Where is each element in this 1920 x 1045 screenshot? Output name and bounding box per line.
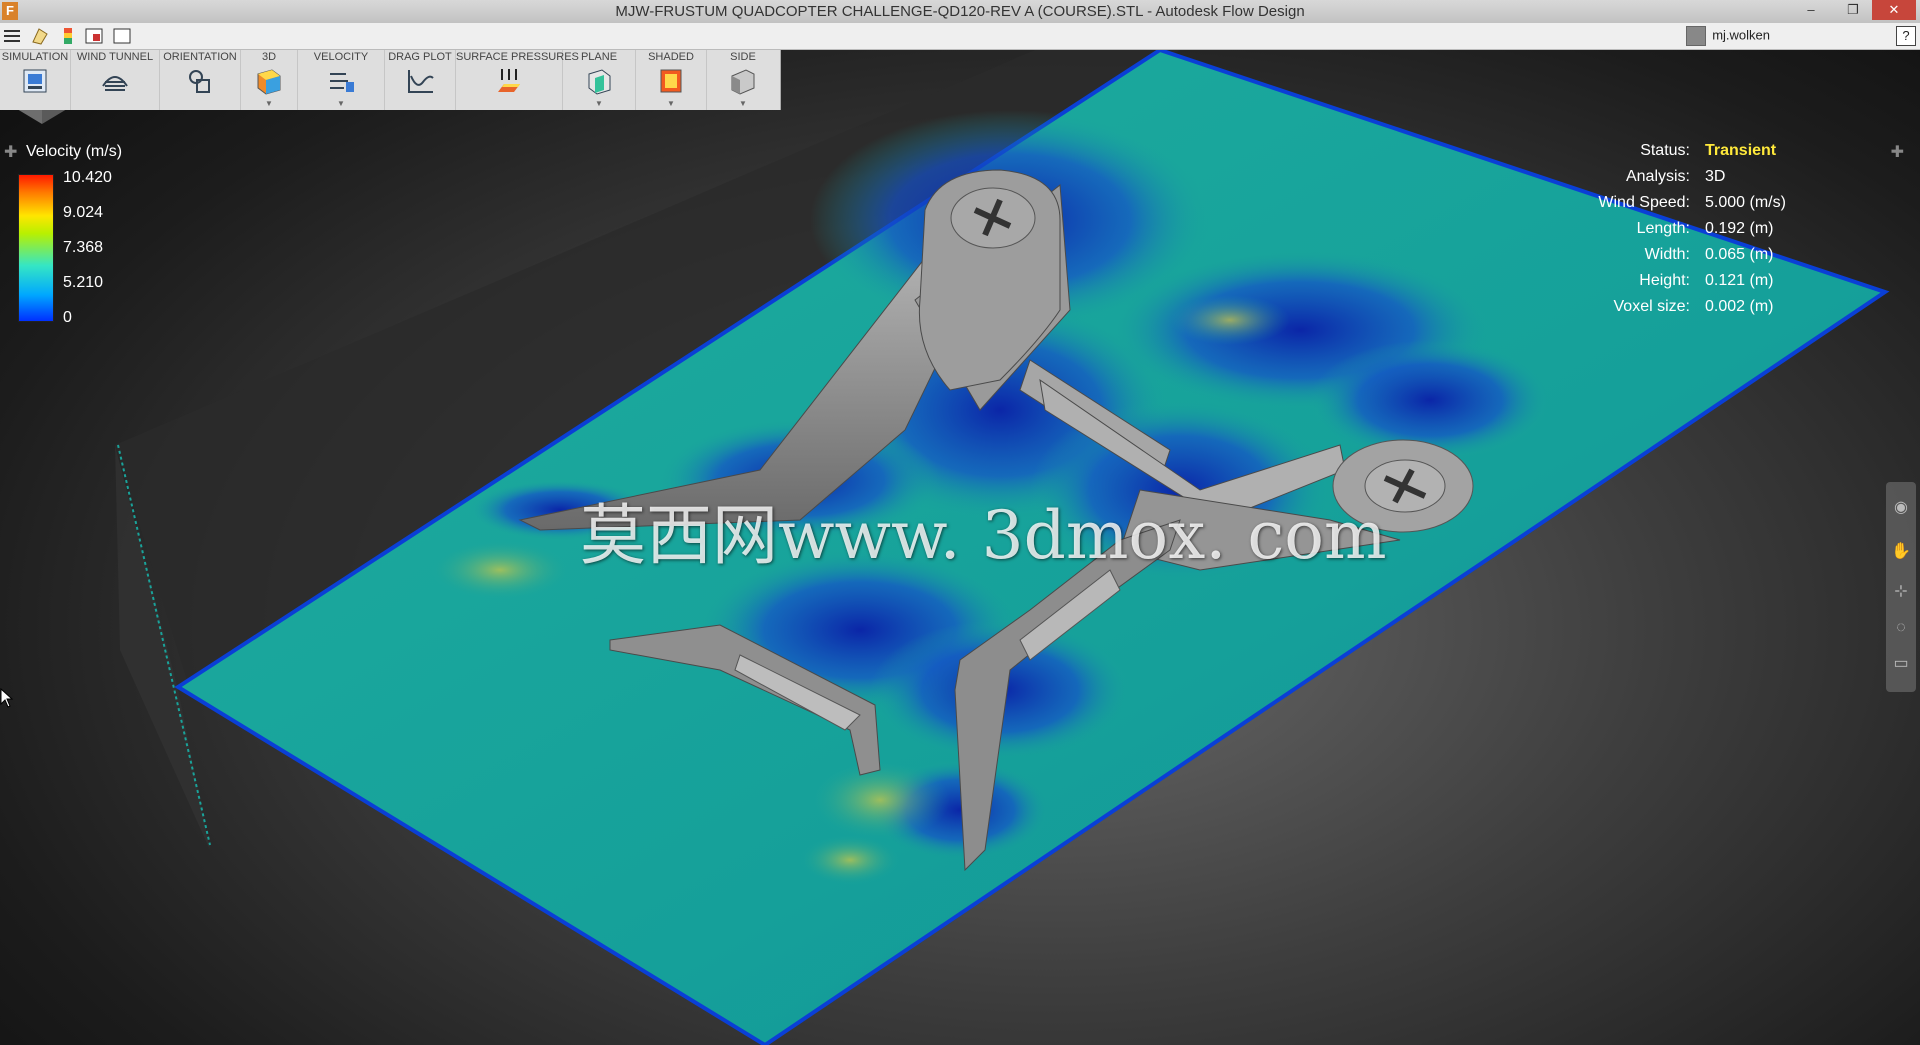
3d-icon bbox=[257, 69, 281, 95]
side-view-button[interactable]: SIDE ▼ bbox=[707, 50, 779, 110]
orientation-button[interactable]: ORIENTATION bbox=[160, 50, 241, 110]
status-value: 0.192 (m) bbox=[1705, 220, 1774, 237]
surface-pressures-button[interactable]: SURFACE PRESSURES bbox=[456, 50, 579, 110]
wake-region bbox=[1310, 340, 1550, 460]
user-account[interactable]: mj.wolken bbox=[1686, 26, 1770, 46]
window-icon[interactable] bbox=[112, 26, 132, 46]
color-scale-bar bbox=[18, 174, 54, 322]
ribbon-label: WIND TUNNEL bbox=[76, 51, 154, 63]
legend-tick: 0 bbox=[63, 309, 72, 326]
ribbon-label: PLANE bbox=[580, 51, 618, 63]
drag-plot-button[interactable]: DRAG PLOT bbox=[385, 50, 456, 110]
colors-icon[interactable] bbox=[58, 26, 78, 46]
legend-move-icon[interactable]: ✚ bbox=[4, 142, 17, 162]
ribbon-label: 3D bbox=[261, 51, 277, 63]
shaded-button[interactable]: SHADED ▼ bbox=[636, 50, 707, 110]
legend-tick: 7.368 bbox=[63, 239, 104, 256]
legend-tick: 10.420 bbox=[63, 169, 112, 186]
orientation-icon bbox=[189, 70, 210, 93]
height-row: Height: 0.121 (m) bbox=[1560, 272, 1860, 298]
status-value: 0.002 (m) bbox=[1705, 298, 1774, 315]
mouse-cursor-icon bbox=[0, 688, 14, 708]
ribbon-toolbar: SIMULATION WIND TUNNEL ORIENTATION 3D ▼ … bbox=[0, 50, 781, 110]
pan-icon[interactable]: ✋ bbox=[1891, 542, 1911, 562]
velocity-legend: ✚ Velocity (m/s) 10.420 9.024 7.368 5.21… bbox=[0, 142, 200, 332]
plane-icon bbox=[588, 69, 611, 95]
status-key: Status: bbox=[1640, 142, 1690, 159]
drag-plot-icon bbox=[408, 70, 434, 93]
status-value: 0.121 (m) bbox=[1705, 272, 1774, 289]
wind-tunnel-icon bbox=[102, 76, 128, 91]
ribbon-label: SURFACE PRESSURES bbox=[456, 51, 579, 63]
length-row: Length: 0.192 (m) bbox=[1560, 220, 1860, 246]
status-value: 3D bbox=[1705, 168, 1726, 185]
status-key: Height: bbox=[1639, 272, 1690, 289]
ribbon-label: SIDE bbox=[730, 51, 756, 63]
dropdown-arrow-icon[interactable]: ▼ bbox=[265, 99, 273, 108]
ribbon-label: SHADED bbox=[648, 51, 694, 63]
close-button[interactable]: ✕ bbox=[1872, 0, 1916, 20]
ribbon-label: SIMULATION bbox=[1, 51, 69, 63]
legend-tick: 5.210 bbox=[63, 274, 104, 291]
high-velocity-region bbox=[810, 760, 950, 840]
open-icon[interactable] bbox=[30, 26, 50, 46]
dropdown-arrow-icon[interactable]: ▼ bbox=[667, 99, 675, 108]
zoom-icon[interactable]: ⊹ bbox=[1891, 582, 1911, 602]
navigation-bar: ◉ ✋ ⊹ ◌ ▭ bbox=[1886, 482, 1916, 692]
avatar bbox=[1686, 26, 1707, 46]
wind-tunnel-button[interactable]: WIND TUNNEL bbox=[71, 50, 160, 110]
status-key: Wind Speed: bbox=[1598, 194, 1690, 211]
viewcube-home-icon[interactable]: ✚ bbox=[1891, 142, 1904, 162]
orbit-icon[interactable]: ◌ bbox=[1891, 618, 1911, 638]
plane-button[interactable]: PLANE ▼ bbox=[563, 50, 636, 110]
status-key: Analysis: bbox=[1625, 168, 1690, 185]
surface-pressures-icon bbox=[498, 69, 520, 92]
quick-access-toolbar: mj.wolken ? bbox=[0, 23, 1920, 50]
velocity-button[interactable]: VELOCITY ▼ bbox=[298, 50, 385, 110]
user-name: mj.wolken bbox=[1712, 27, 1770, 43]
ribbon-label: DRAG PLOT bbox=[388, 51, 452, 63]
3d-button[interactable]: 3D ▼ bbox=[241, 50, 298, 110]
side-view-icon bbox=[731, 69, 755, 95]
voxel-size-row: Voxel size: 0.002 (m) bbox=[1560, 298, 1860, 324]
view-icon[interactable]: ▭ bbox=[1891, 654, 1911, 674]
status-value: 0.065 (m) bbox=[1705, 246, 1774, 263]
status-value: 5.000 (m/s) bbox=[1705, 194, 1786, 211]
high-velocity-region bbox=[1170, 295, 1290, 345]
watermark: 莫西网www. 3dmox. com bbox=[580, 497, 1387, 574]
simulation-icon bbox=[23, 69, 47, 93]
shaded-icon bbox=[660, 69, 682, 93]
velocity-icon bbox=[330, 73, 354, 92]
restore-button[interactable]: ❐ bbox=[1836, 0, 1870, 20]
analysis-status-panel: Status: Transient Analysis: 3D Wind Speed:… bbox=[1560, 142, 1860, 324]
title-bar: F MJW-FRUSTUM QUADCOPTER CHALLENGE-QD120… bbox=[0, 0, 1920, 23]
dropdown-arrow-icon[interactable]: ▼ bbox=[739, 99, 747, 108]
ribbon-label: ORIENTATION bbox=[163, 51, 237, 63]
status-key: Voxel size: bbox=[1613, 298, 1690, 315]
high-velocity-region bbox=[430, 540, 570, 600]
high-velocity-region bbox=[800, 835, 900, 885]
dropdown-arrow-icon[interactable]: ▼ bbox=[595, 99, 603, 108]
menu-icon[interactable] bbox=[2, 26, 22, 46]
dropdown-arrow-icon[interactable]: ▼ bbox=[337, 99, 345, 108]
layout-icon[interactable] bbox=[84, 26, 104, 46]
steering-wheel-icon[interactable]: ◉ bbox=[1891, 498, 1911, 518]
simulation-button[interactable]: SIMULATION bbox=[0, 50, 71, 110]
analysis-row: Analysis: 3D bbox=[1560, 168, 1860, 194]
width-row: Width: 0.065 (m) bbox=[1560, 246, 1860, 272]
legend-tick: 9.024 bbox=[63, 204, 104, 221]
minimize-button[interactable]: – bbox=[1794, 0, 1828, 20]
window-title: MJW-FRUSTUM QUADCOPTER CHALLENGE-QD120-R… bbox=[615, 3, 1305, 20]
legend-title: Velocity (m/s) bbox=[26, 143, 123, 160]
ribbon-label: VELOCITY bbox=[313, 51, 369, 63]
wind-speed-row: Wind Speed: 5.000 (m/s) bbox=[1560, 194, 1860, 220]
status-row: Status: Transient bbox=[1560, 142, 1860, 168]
status-key: Width: bbox=[1644, 246, 1690, 263]
status-value: Transient bbox=[1705, 142, 1777, 159]
help-button[interactable]: ? bbox=[1896, 26, 1916, 46]
status-key: Length: bbox=[1636, 220, 1690, 237]
